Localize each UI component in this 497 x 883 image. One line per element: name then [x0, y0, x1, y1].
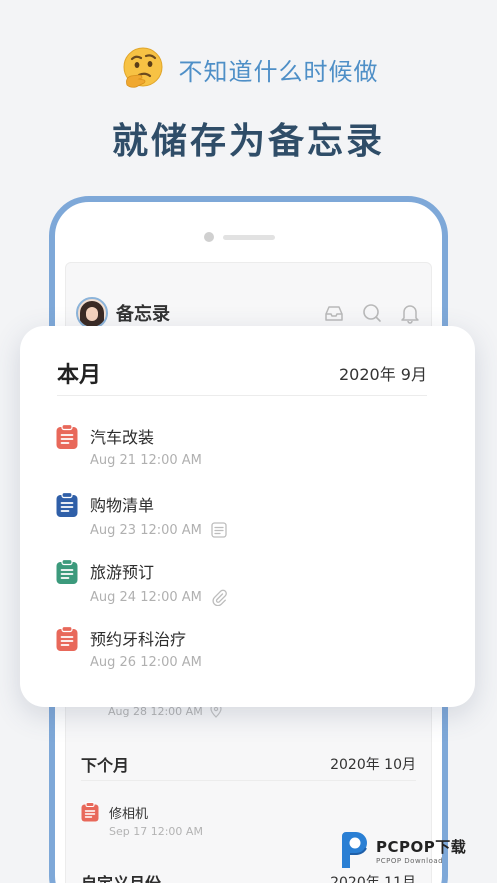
memo-title: 预约牙科治疗 — [90, 630, 187, 649]
card-title: 本月 — [57, 362, 102, 388]
memo-meta: Aug 21 12:00 AM — [90, 453, 202, 468]
inbox-icon[interactable] — [323, 302, 345, 324]
memo-time: Aug 24 12:00 AM — [90, 589, 202, 605]
list-item[interactable]: 修相机 Sep 17 12:00 AM — [81, 799, 281, 843]
watermark-sub: PCPOP Download — [376, 856, 444, 865]
hero-title: 就储存为备忘录 — [111, 121, 385, 162]
item-time: Sep 17 12:00 AM — [109, 825, 203, 838]
clipboard-icon — [56, 492, 78, 517]
memo-time: Aug 23 12:00 AM — [90, 522, 202, 538]
memo-title: 汽车改装 — [90, 428, 155, 447]
memo-meta: Aug 24 12:00 AM — [90, 588, 228, 606]
memo-meta: Aug 23 12:00 AM — [90, 521, 228, 539]
pcpop-logo-icon — [342, 832, 367, 868]
watermark-main: PCPOP下载 — [376, 837, 467, 856]
card-date: 2020年 9月 — [339, 364, 427, 384]
memo-title: 旅游预订 — [90, 563, 155, 582]
memo-item[interactable]: 预约牙科治疗 Aug 26 12:00 AM — [56, 626, 396, 682]
memo-time: Aug 21 12:00 AM — [90, 453, 202, 468]
clipboard-icon — [56, 559, 78, 584]
note-icon — [211, 522, 227, 538]
section-title: 下个月 — [81, 755, 130, 775]
this-month-card: 本月 2020年 9月 汽车改装 Aug 21 12:00 AM 购物清单 Au… — [20, 326, 475, 707]
hero-subtitle: 不知道什么时候做 — [178, 57, 379, 86]
clipboard-icon — [56, 424, 78, 449]
memo-time: Aug 26 12:00 AM — [90, 655, 202, 670]
header-icons — [323, 302, 421, 324]
speaker-bar — [223, 235, 275, 240]
memo-meta: Aug 26 12:00 AM — [90, 655, 202, 670]
watermark: PCPOP下载 PCPOP Download — [336, 828, 492, 872]
item-title: 修相机 — [109, 807, 149, 822]
clipboard-icon — [56, 626, 78, 651]
thinking-face-icon — [123, 47, 162, 88]
memo-item[interactable]: 旅游预订 Aug 24 12:00 AM — [56, 559, 396, 615]
search-icon[interactable] — [361, 302, 383, 324]
section-date: 2020年 10月 — [330, 756, 416, 773]
bell-icon[interactable] — [399, 302, 421, 324]
memo-title: 购物清单 — [90, 496, 155, 515]
avatar[interactable] — [76, 297, 108, 329]
clipboard-icon — [81, 802, 99, 822]
card-header: 本月 2020年 9月 — [57, 354, 427, 396]
hero-row: 不知道什么时候做 — [0, 44, 497, 94]
section-title: 自定义月份 — [81, 870, 161, 883]
memo-item[interactable]: 汽车改装 Aug 21 12:00 AM — [56, 424, 396, 480]
app-title: 备忘录 — [116, 304, 170, 325]
section-next-month: 下个月 2020年 10月 — [81, 747, 416, 781]
camera-dot — [204, 232, 214, 242]
memo-item[interactable]: 购物清单 Aug 23 12:00 AM — [56, 492, 396, 548]
paperclip-icon — [212, 589, 227, 606]
section-date: 2020年 11月 — [330, 875, 416, 883]
